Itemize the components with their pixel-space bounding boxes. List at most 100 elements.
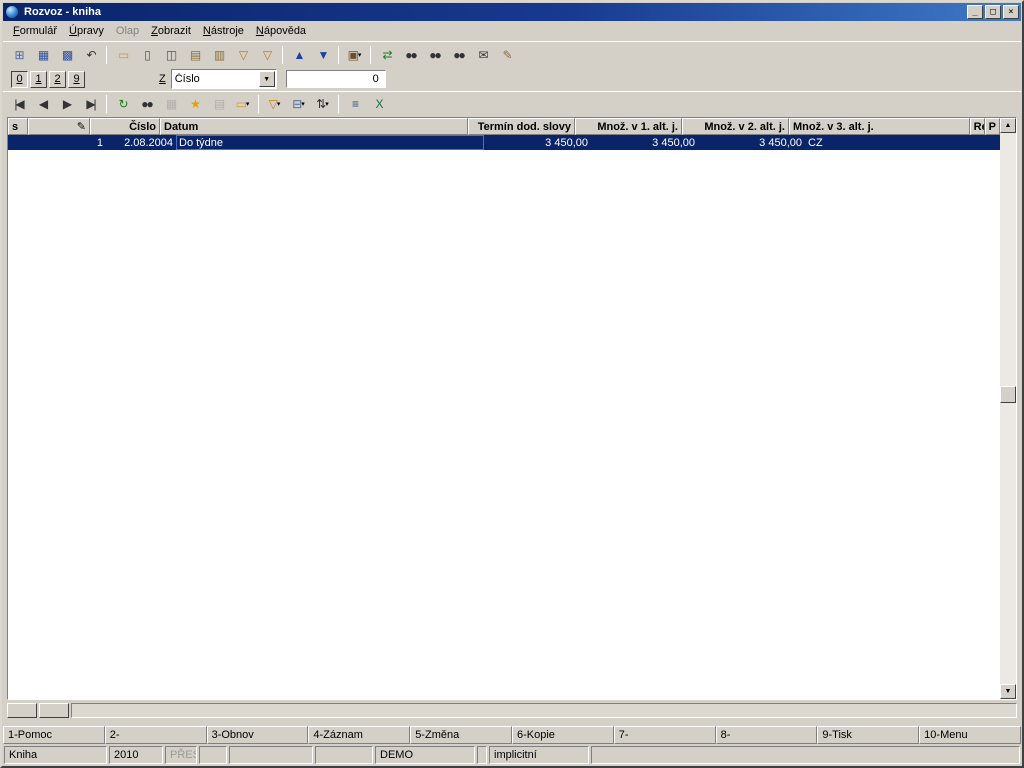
find-icon[interactable]: ●● (399, 44, 422, 65)
copy-icon[interactable]: ◫ (159, 44, 182, 65)
function-key[interactable]: 6-Kopie (512, 726, 614, 744)
status-cell: PŘES (165, 746, 197, 764)
menu-item[interactable]: Nápověda (250, 22, 312, 40)
new-record-icon[interactable]: ★ (183, 93, 206, 114)
scroll-down-icon[interactable]: ▼ (1000, 684, 1016, 699)
dropdown-caret-icon: ▾ (246, 100, 250, 108)
previous-record-icon[interactable]: ◀ (31, 93, 54, 114)
view-menu-icon[interactable]: ⊟▾ (287, 93, 310, 114)
scrollbar-thumb[interactable] (1000, 386, 1016, 403)
horizontal-scrollbar[interactable] (71, 703, 1017, 718)
new-icon[interactable]: ▯ (135, 44, 158, 65)
column-header[interactable]: P (985, 118, 1000, 135)
function-key[interactable]: 4-Záznam (308, 726, 410, 744)
edit-note-icon[interactable]: ✎ (495, 44, 518, 65)
close-button[interactable]: × (1003, 5, 1019, 19)
open-record-icon[interactable]: ▭▾ (231, 93, 254, 114)
toolbar-separator (338, 46, 339, 64)
page-tab[interactable]: 1 (30, 71, 47, 88)
cell-mnoz-3: 3 450,00 (698, 135, 805, 150)
column-header[interactable]: Číslo (90, 118, 160, 135)
save-record-icon[interactable]: ▦ (159, 93, 182, 114)
mail-icon[interactable]: ✉ (471, 44, 494, 65)
function-key[interactable]: 8- (716, 726, 818, 744)
column-header[interactable]: s (8, 118, 28, 135)
record-toolbar: |◀◀▶▶| ↻●●▦★▤▭▾ ▽▾⊟▾⇅▾ ≡X (3, 91, 1021, 115)
function-key[interactable]: 7- (614, 726, 716, 744)
status-bar: Kniha2010PŘESDEMOimplicitní (3, 746, 1021, 765)
paste-icon[interactable]: ▤ (183, 44, 206, 65)
convert-icon[interactable]: ⇄ (375, 44, 398, 65)
pane-button-2[interactable] (39, 703, 69, 718)
sort-column-label[interactable]: Z (159, 73, 166, 85)
column-header[interactable]: Region (970, 118, 985, 135)
column-header[interactable]: Množ. v 2. alt. j. (682, 118, 789, 135)
scrollbar-track[interactable] (1000, 133, 1016, 684)
properties-icon[interactable]: ≡ (343, 93, 366, 114)
filter-value-input[interactable] (286, 70, 386, 88)
paste-special-icon[interactable]: ▥ (207, 44, 230, 65)
cell-termin: Do týdne (176, 135, 484, 150)
form-settings-icon[interactable]: ⊞ (7, 44, 30, 65)
filter-cancel-icon[interactable]: ▽ (255, 44, 278, 65)
refresh-record-icon[interactable]: ↻ (111, 93, 134, 114)
find-special-icon[interactable]: ●● (447, 44, 470, 65)
menu-item[interactable]: Olap (110, 22, 145, 40)
menu-item[interactable]: Úpravy (63, 22, 110, 40)
bottom-scroll-strip (7, 702, 1017, 719)
filter-menu-icon[interactable]: ▽▾ (263, 93, 286, 114)
last-record-icon[interactable]: ▶| (79, 93, 102, 114)
move-down-icon[interactable]: ▼ (311, 44, 334, 65)
menu-item[interactable]: Zobrazit (145, 22, 197, 40)
column-header[interactable]: Množ. v 3. alt. j. (789, 118, 970, 135)
filter-icon[interactable]: ▽ (231, 44, 254, 65)
function-key[interactable]: 10-Menu (919, 726, 1021, 744)
combo-dropdown-icon[interactable]: ▼ (259, 71, 275, 87)
menu-item[interactable]: Nástroje (197, 22, 250, 40)
sort-menu-icon[interactable]: ⇅▾ (311, 93, 334, 114)
filter-field-combo[interactable]: Číslo ▼ (171, 69, 277, 89)
function-key[interactable]: 9-Tisk (817, 726, 919, 744)
attachments-icon[interactable]: ▣▾ (343, 44, 366, 65)
grid-body[interactable]: 1 2.08.2004 Do týdne 3 450,00 3 450,00 3… (8, 135, 1000, 699)
column-header[interactable]: Množ. v 1. alt. j. (575, 118, 682, 135)
menu-item[interactable]: Formulář (7, 22, 63, 40)
save-icon[interactable]: ▦ (31, 44, 54, 65)
table-row[interactable]: 1 2.08.2004 Do týdne 3 450,00 3 450,00 3… (8, 135, 1000, 150)
copy-record-icon[interactable]: ▤ (207, 93, 230, 114)
function-key[interactable]: 2- (105, 726, 207, 744)
dropdown-caret-icon: ▾ (301, 100, 305, 108)
page-tab[interactable]: 0 (11, 71, 28, 88)
cell-p (985, 135, 1000, 150)
scroll-up-icon[interactable]: ▲ (1000, 118, 1016, 133)
undo-icon[interactable]: ↶ (79, 44, 102, 65)
find-record-icon[interactable]: ●● (135, 93, 158, 114)
page-tab[interactable]: 2 (49, 71, 66, 88)
move-up-icon[interactable]: ▲ (287, 44, 310, 65)
function-key[interactable]: 5-Změna (410, 726, 512, 744)
excel-export-icon[interactable]: X (367, 93, 390, 114)
save-as-icon[interactable]: ▩ (55, 44, 78, 65)
status-cell (229, 746, 313, 764)
vertical-scrollbar[interactable]: ▲ ▼ (1000, 118, 1016, 699)
maximize-button[interactable]: □ (985, 5, 1001, 19)
minimize-button[interactable]: _ (967, 5, 983, 19)
column-header[interactable]: ✎ (28, 118, 90, 135)
filter-field-value: Číslo (172, 73, 259, 85)
first-record-icon[interactable]: |◀ (7, 93, 30, 114)
page-tab[interactable]: 9 (68, 71, 85, 88)
pane-button-1[interactable] (7, 703, 37, 718)
function-key[interactable]: 3-Obnov (207, 726, 309, 744)
main-toolbar: ⊞▦▩↶▭▯◫▤▥▽▽▲▼▣▾⇄●●●●●●✉✎ (3, 41, 1021, 67)
toolbar-separator (258, 95, 259, 113)
function-key[interactable]: 1-Pomoc (3, 726, 105, 744)
cell-datum: 2.08.2004 (106, 135, 176, 150)
column-header[interactable]: Termín dod. slovy (468, 118, 575, 135)
find-next-icon[interactable]: ●● (423, 44, 446, 65)
status-cell (477, 746, 487, 764)
column-header[interactable]: Datum (160, 118, 468, 135)
title-bar[interactable]: Rozvoz - kniha _ □ × (3, 3, 1021, 21)
open-icon[interactable]: ▭ (111, 44, 134, 65)
next-record-icon[interactable]: ▶ (55, 93, 78, 114)
page-tabs: 0129 (11, 71, 85, 88)
